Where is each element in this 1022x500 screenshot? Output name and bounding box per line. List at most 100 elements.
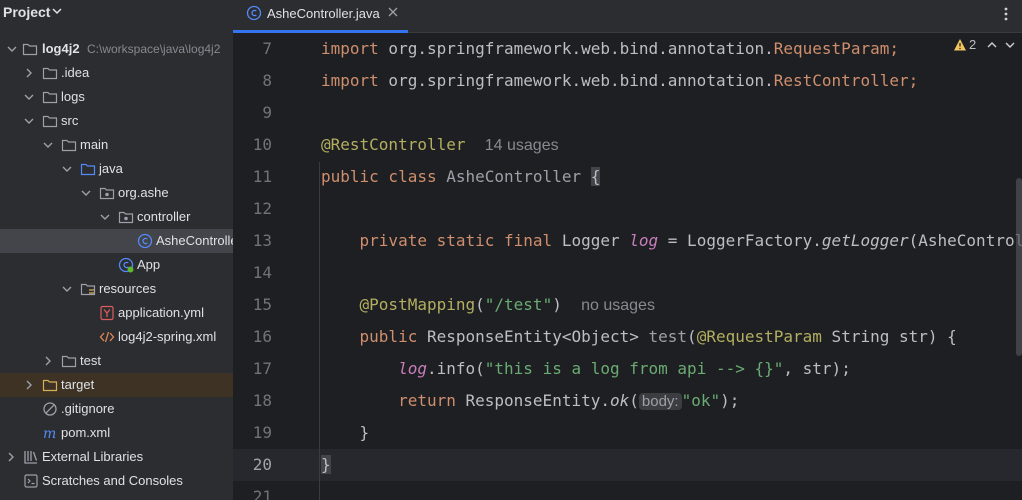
tree-item-external-libraries[interactable]: External Libraries	[0, 445, 233, 469]
yaml-file-icon	[100, 305, 114, 321]
code-line-13[interactable]: 13 private static final Logger log = Log…	[233, 225, 1022, 257]
chevron-down-icon[interactable]	[23, 91, 35, 103]
line-number: 20	[252, 455, 272, 474]
tree-item-resources[interactable]: resources	[0, 277, 233, 301]
class-name: AsheController	[436, 167, 591, 186]
code-line-14[interactable]: 14	[233, 257, 1022, 289]
string-literal: "/test"	[484, 295, 553, 314]
usages-hint[interactable]: 14 usages	[485, 137, 559, 154]
type-name: ResponseEntity<Object>	[417, 327, 649, 346]
scrollbar-thumb[interactable]	[1016, 178, 1022, 356]
keyword-import: import	[321, 71, 379, 90]
tree-item-ashecontroller[interactable]: AsheController	[0, 229, 233, 253]
tree-item-test[interactable]: test	[0, 349, 233, 373]
keyword: private static final	[359, 231, 553, 250]
tree-item-target[interactable]: target	[0, 373, 233, 397]
class-name: RequestParam	[773, 39, 890, 58]
chevron-right-icon[interactable]	[42, 355, 54, 367]
usages-hint[interactable]: no usages	[581, 297, 655, 314]
line-number: 21	[252, 487, 272, 500]
annotation: @PostMapping	[359, 295, 476, 314]
tree-item-src[interactable]: src	[0, 109, 233, 133]
code-text: = LoggerFactory.	[658, 231, 822, 250]
tree-item-label: org.ashe	[118, 185, 169, 200]
line-number: 12	[252, 199, 272, 218]
type-name: Logger	[552, 231, 630, 250]
code-line-10[interactable]: 10 @RestController 14 usages	[233, 129, 1022, 161]
code-line-21[interactable]: 21	[233, 481, 1022, 500]
chevron-down-icon[interactable]	[6, 43, 18, 55]
tree-item-application-yml[interactable]: application.yml	[0, 301, 233, 325]
close-icon[interactable]	[388, 7, 398, 17]
tree-item-label: AsheController	[156, 233, 233, 248]
tree-item-label: Scratches and Consoles	[42, 473, 183, 488]
libraries-icon	[24, 451, 38, 464]
folder-icon	[61, 355, 77, 368]
annotation: @RestController	[321, 135, 466, 154]
folder-icon	[61, 139, 77, 152]
code-line-16[interactable]: 16 public ResponseEntity<Object> test(@R…	[233, 321, 1022, 353]
tree-item-label: External Libraries	[42, 449, 144, 464]
method-call: .info(	[426, 359, 485, 378]
chevron-right-icon[interactable]	[23, 379, 35, 391]
tree-item-log4j2[interactable]: log4j2 C:\workspace\java\log4j2	[0, 37, 233, 61]
line-number: 14	[252, 263, 272, 282]
tab-bar: AsheController.java	[233, 0, 1022, 33]
tree-item-main[interactable]: main	[0, 133, 233, 157]
code-line-15[interactable]: 15 @PostMapping("/test") no usages	[233, 289, 1022, 321]
tree-item-scratches[interactable]: Scratches and Consoles	[0, 469, 233, 493]
tree-item-log4j2-spring-xml[interactable]: log4j2-spring.xml	[0, 325, 233, 349]
chevron-down-icon[interactable]	[61, 283, 73, 295]
code-line-7[interactable]: 7 import org.springframework.web.bind.an…	[233, 33, 1022, 65]
tree-item-app[interactable]: App	[0, 253, 233, 277]
code-text: (AsheController.class);	[908, 231, 1022, 250]
chevron-down-icon[interactable]	[99, 211, 111, 223]
tree-item-label: src	[61, 113, 79, 128]
chevron-down-icon[interactable]	[42, 139, 54, 151]
tab-label: AsheController.java	[267, 6, 380, 21]
chevron-down-icon[interactable]	[61, 163, 73, 175]
project-header[interactable]: Project	[0, 0, 233, 26]
keyword: return	[398, 391, 456, 410]
tree-item-idea[interactable]: .idea	[0, 61, 233, 85]
line-number: 8	[262, 71, 272, 90]
tree-item-logs[interactable]: logs	[0, 85, 233, 109]
folder-icon	[42, 115, 58, 128]
code-line-9[interactable]: 9	[233, 97, 1022, 129]
code-line-17[interactable]: 17 log.info("this is a log from api --> …	[233, 353, 1022, 385]
code-text: String str) {	[821, 327, 957, 346]
package-text: org.springframework.web.bind.annotation.	[378, 39, 774, 58]
source-folder-icon	[80, 163, 96, 176]
method-call: ok	[609, 391, 630, 410]
chevron-down-icon[interactable]	[51, 5, 63, 17]
tree-item-pom-xml[interactable]: m pom.xml	[0, 421, 233, 445]
line-number: 13	[252, 231, 272, 250]
tree-item-label: log4j2-spring.xml	[118, 329, 217, 344]
code-line-20[interactable]: 20 }	[233, 449, 1022, 481]
code-line-12[interactable]: 12	[233, 193, 1022, 225]
tree-item-org-ashe[interactable]: org.ashe	[0, 181, 233, 205]
tree-item-label: test	[80, 353, 101, 368]
tree-item-label: pom.xml	[61, 425, 111, 440]
code-line-8[interactable]: 8 import org.springframework.web.bind.an…	[233, 65, 1022, 97]
tree-item-label: log4j2	[42, 41, 80, 56]
tree-item-gitignore[interactable]: .gitignore	[0, 397, 233, 421]
tree-item-java[interactable]: java	[0, 157, 233, 181]
code-text: ResponseEntity.	[455, 391, 610, 410]
tree-item-controller[interactable]: controller	[0, 205, 233, 229]
more-vertical-icon[interactable]	[998, 6, 1014, 22]
chevron-down-icon[interactable]	[23, 115, 35, 127]
excluded-folder-icon	[42, 379, 58, 392]
chevron-down-icon[interactable]	[80, 187, 92, 199]
code-line-18[interactable]: 18 return ResponseEntity.ok(body: "ok");	[233, 385, 1022, 417]
java-class-icon	[137, 233, 153, 249]
chevron-right-icon[interactable]	[23, 67, 35, 79]
line-number: 16	[252, 327, 272, 346]
code-area[interactable]: 7 import org.springframework.web.bind.an…	[233, 32, 1022, 500]
code-text: );	[720, 391, 740, 410]
code-line-11[interactable]: 11 public class AsheController {	[233, 161, 1022, 193]
chevron-right-icon[interactable]	[5, 451, 17, 463]
code-line-19[interactable]: 19 }	[233, 417, 1022, 449]
class-name: RestController	[773, 71, 909, 90]
tab-ashecontroller[interactable]: AsheController.java	[233, 0, 408, 33]
